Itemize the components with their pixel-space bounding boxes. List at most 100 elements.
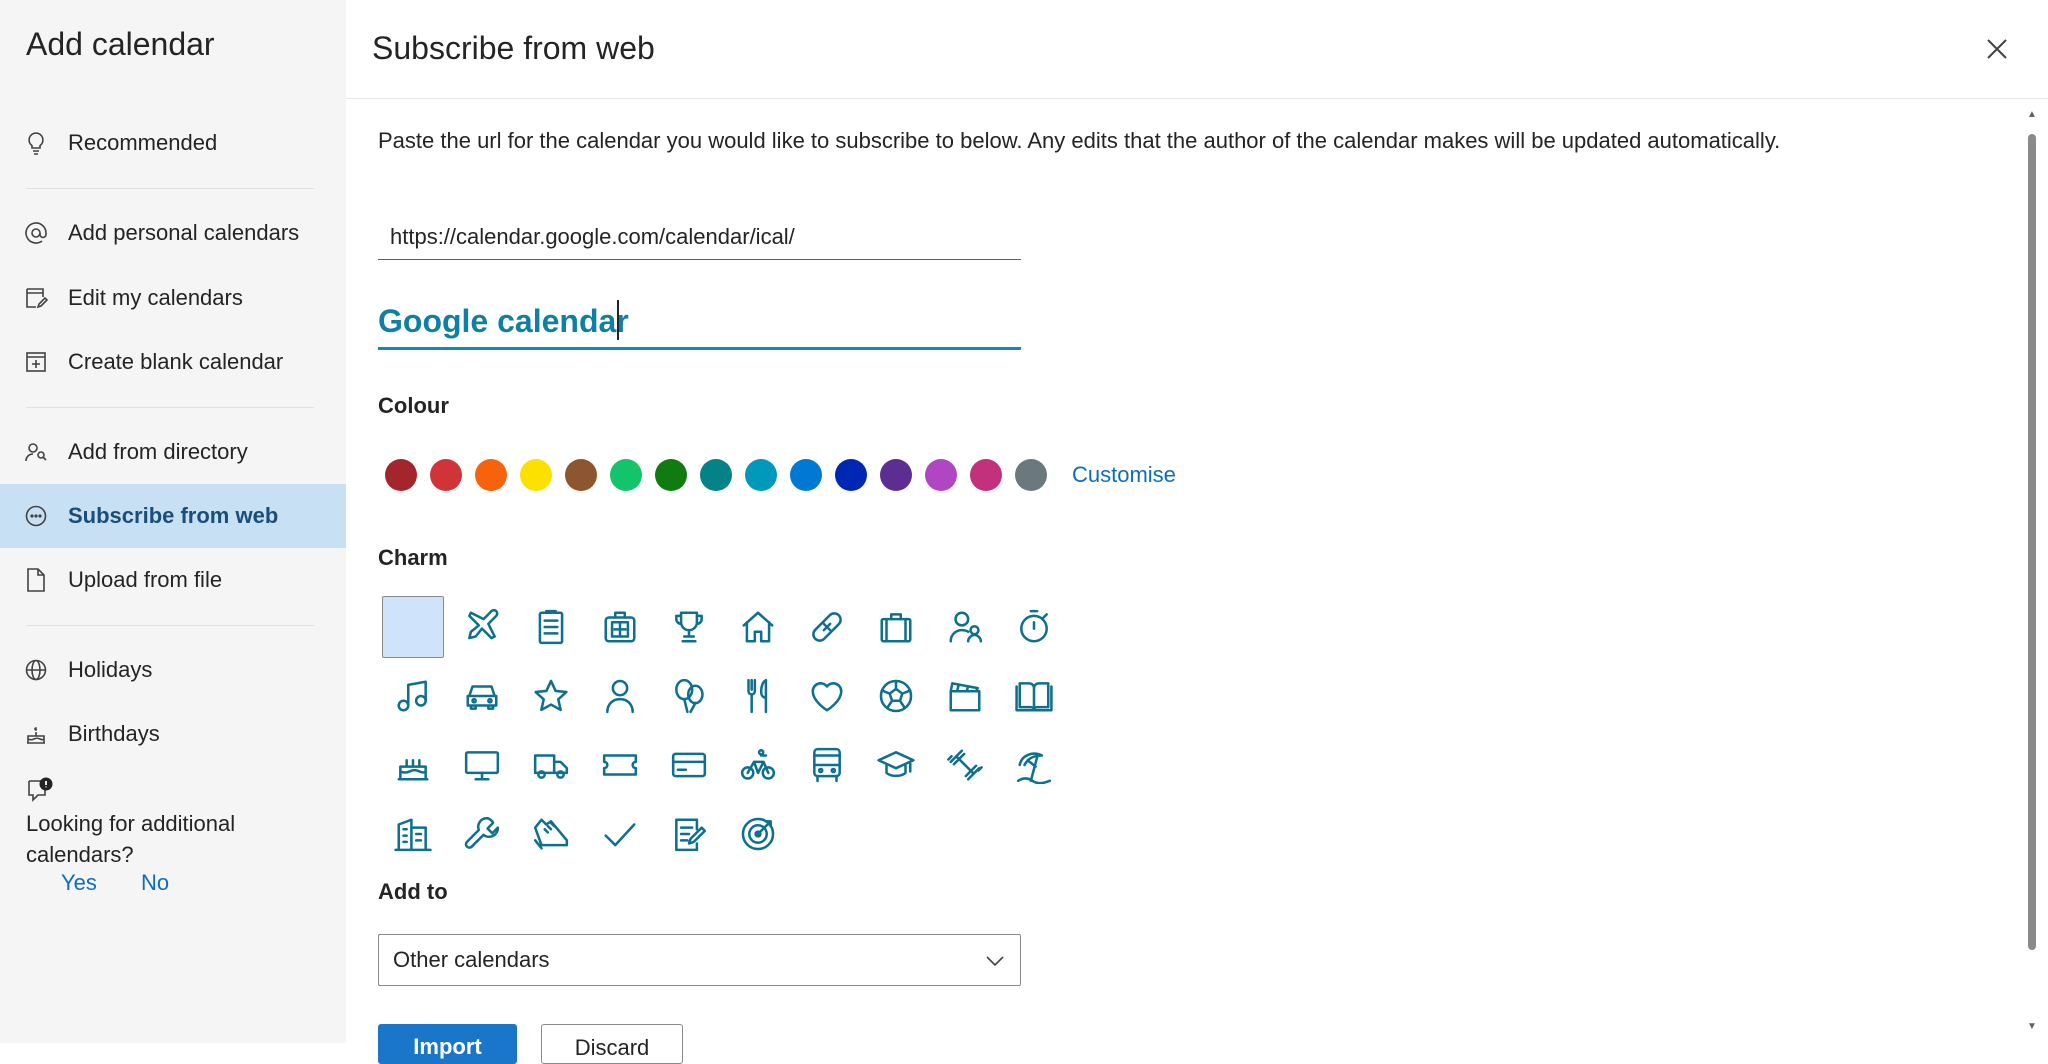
graduation-cap-icon (877, 751, 915, 778)
bus-icon (813, 747, 841, 783)
charm-cake[interactable] (382, 734, 444, 796)
charm-soccer-ball[interactable] (865, 665, 927, 727)
charm-notepad[interactable] (658, 803, 720, 865)
sidebar-item-label: Create blank calendar (68, 349, 284, 374)
charm-fork-knife[interactable] (727, 665, 789, 727)
wrench-icon (464, 816, 500, 849)
clipboard-icon (538, 609, 564, 645)
charm-medical-bag[interactable] (589, 596, 651, 658)
charm-trophy[interactable] (658, 596, 720, 658)
charm-home[interactable] (727, 596, 789, 658)
colour-swatch[interactable] (565, 459, 597, 491)
chevron-down-icon (986, 956, 1004, 967)
charm-music-note[interactable] (382, 665, 444, 727)
colour-swatch[interactable] (745, 459, 777, 491)
scroll-up-arrow[interactable]: ▲ (2025, 108, 2039, 122)
divider (26, 188, 314, 189)
charm-truck[interactable] (520, 734, 582, 796)
charm-clapperboard[interactable] (934, 665, 996, 727)
charm-credit-card[interactable] (658, 734, 720, 796)
beach-icon (1016, 752, 1052, 784)
colour-swatch[interactable] (1015, 459, 1047, 491)
charm-book[interactable] (1003, 665, 1065, 727)
charm-person[interactable] (589, 665, 651, 727)
building-icon (394, 818, 432, 852)
sidebar-item-recommended[interactable]: Recommended (0, 111, 346, 175)
charm-star[interactable] (520, 665, 582, 727)
colour-swatch[interactable] (430, 459, 462, 491)
add-to-dropdown[interactable]: Other calendars (378, 934, 1021, 986)
colour-swatch[interactable] (880, 459, 912, 491)
charm-monitor[interactable] (451, 734, 513, 796)
charm-beach[interactable] (1003, 734, 1065, 796)
home-icon (742, 611, 774, 643)
ticket-icon (602, 754, 638, 776)
people-icon (949, 611, 983, 643)
charm-checkmark[interactable] (589, 803, 651, 865)
charm-people[interactable] (934, 596, 996, 658)
customise-colour-link[interactable]: Customise (1072, 462, 1176, 488)
charm-stopwatch[interactable] (1003, 596, 1065, 658)
charm-bicycle[interactable] (727, 734, 789, 796)
sidebar-item-holidays[interactable]: Holidays (0, 638, 346, 702)
scroll-down-arrow[interactable]: ▼ (2025, 1020, 2039, 1034)
calendar-name-input[interactable] (378, 296, 1021, 350)
charm-heart[interactable] (796, 665, 858, 727)
fork-knife-icon (747, 678, 768, 714)
soccer-ball-icon (879, 679, 913, 713)
sidebar-item-add-personal-calendars[interactable]: Add personal calendars (0, 201, 346, 265)
charm-bandage[interactable] (796, 596, 858, 658)
charm-clipboard[interactable] (520, 596, 582, 658)
header-divider (346, 98, 2048, 99)
colour-swatch[interactable] (520, 459, 552, 491)
charm-dumbbell[interactable] (934, 734, 996, 796)
calendar-url-input[interactable] (378, 214, 1021, 260)
colour-swatch[interactable] (385, 459, 417, 491)
sidebar-item-label: Add from directory (68, 439, 248, 464)
scrollbar-thumb[interactable] (2028, 134, 2036, 950)
colour-swatch[interactable] (475, 459, 507, 491)
charm-wrench[interactable] (451, 803, 513, 865)
sidebar-item-upload-from-file[interactable]: Upload from file (0, 548, 346, 612)
charm-balloons[interactable] (658, 665, 720, 727)
colour-swatch[interactable] (700, 459, 732, 491)
colour-swatch[interactable] (655, 459, 687, 491)
feedback-yes-link[interactable]: Yes (61, 870, 97, 896)
charm-ticket[interactable] (589, 734, 651, 796)
sidebar-item-create-blank-calendar[interactable]: Create blank calendar (0, 330, 346, 394)
charm-none[interactable] (382, 596, 444, 658)
charm-sneaker[interactable] (520, 803, 582, 865)
cake-icon (397, 758, 429, 781)
sidebar-item-add-from-directory[interactable]: Add from directory (0, 420, 346, 484)
charm-car[interactable] (451, 665, 513, 727)
colour-swatch[interactable] (835, 459, 867, 491)
import-button[interactable]: Import (378, 1024, 517, 1064)
colour-swatch[interactable] (925, 459, 957, 491)
sidebar-item-subscribe-from-web[interactable]: Subscribe from web (0, 484, 346, 548)
at-sign-icon (24, 221, 48, 245)
charm-airplane[interactable] (451, 596, 513, 658)
medical-bag-icon (604, 611, 636, 643)
feedback-no-link[interactable]: No (141, 870, 169, 896)
clapperboard-icon (949, 682, 981, 712)
charm-bus[interactable] (796, 734, 858, 796)
sidebar-item-label: Edit my calendars (68, 285, 243, 310)
edit-calendar-icon (24, 286, 48, 310)
colour-swatch[interactable] (610, 459, 642, 491)
colour-swatch[interactable] (790, 459, 822, 491)
discard-button[interactable]: Discard (541, 1024, 683, 1064)
sidebar-item-edit-my-calendars[interactable]: Edit my calendars (0, 266, 346, 330)
colour-swatch[interactable] (970, 459, 1002, 491)
charm-building[interactable] (382, 803, 444, 865)
dumbbell-icon (947, 749, 983, 781)
charm-briefcase[interactable] (865, 596, 927, 658)
charm-target[interactable] (727, 803, 789, 865)
more-circle-icon (24, 504, 48, 528)
truck-icon (533, 754, 569, 779)
sidebar-item-birthdays[interactable]: Birthdays (0, 702, 346, 766)
sneaker-icon (533, 818, 569, 850)
close-button[interactable] (1982, 34, 2012, 64)
monitor-icon (464, 751, 500, 781)
cake-icon (24, 722, 48, 746)
charm-graduation-cap[interactable] (865, 734, 927, 796)
